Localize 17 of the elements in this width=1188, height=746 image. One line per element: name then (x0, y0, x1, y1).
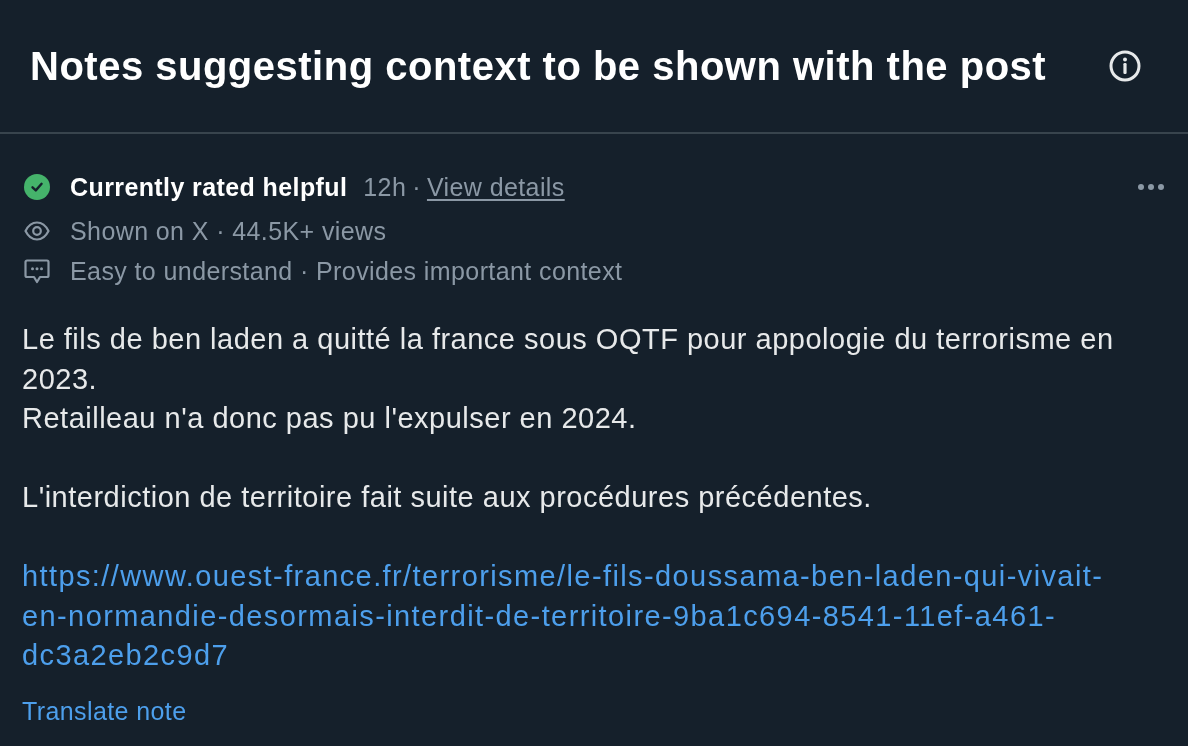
note-time: 12h (363, 172, 407, 202)
speech-bubble-icon (24, 258, 50, 284)
separator-dot: · (412, 172, 421, 202)
translate-note-link[interactable]: Translate note (22, 695, 187, 726)
panel-title: Notes suggesting context to be shown with the post (30, 43, 1047, 89)
rating-reasons-text: Easy to understand · Provides important context (70, 256, 623, 286)
info-icon (1109, 50, 1141, 82)
source-link[interactable]: https://www.ouest-france.fr/terrorisme/le-fils-doussama-ben-laden-qui-vivait-en-normandie-desormais-interdit-de-territoire-9ba1c694-8541-11ef-a461-dc3a2eb2c9d7 (22, 557, 1142, 676)
visibility-text: Shown on X · 44.5K+ views (70, 216, 387, 246)
note-paragraph: Le fils de ben laden a quitté la france sous OQTF pour appologie du terrorisme en 2023. Retailleau n'a donc pas pu l'expulser en 2024. (22, 322, 1115, 436)
note-paragraph: L'interdiction de territoire fait suite aux procédures précédentes. (22, 480, 873, 515)
info-button[interactable] (1109, 50, 1141, 82)
more-button[interactable] (1138, 184, 1164, 190)
status-label: Currently rated helpful (70, 172, 348, 202)
eye-icon (24, 221, 50, 241)
ellipsis-icon (1138, 184, 1164, 190)
view-details-link[interactable]: View details (426, 172, 565, 202)
